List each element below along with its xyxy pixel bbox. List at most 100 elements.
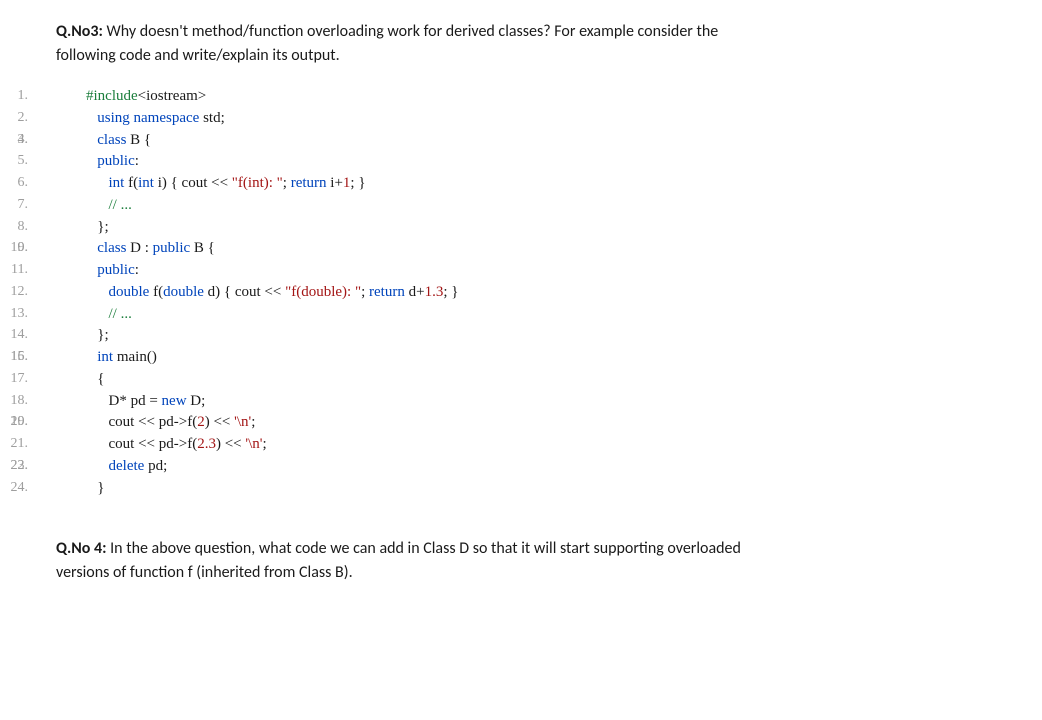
code-token: return (291, 175, 327, 191)
line-number: 13. (0, 304, 28, 324)
code-token: delete (109, 458, 145, 474)
code-token: < (138, 88, 146, 104)
code-token: main() (113, 349, 157, 365)
line-number: 14. (0, 325, 28, 345)
code-token: int (109, 175, 125, 191)
code-token: ; } (443, 284, 458, 300)
code-token: '\n' (245, 436, 262, 452)
code-row: 13. // ... (86, 304, 986, 326)
code-token: int (97, 349, 113, 365)
code-row: 8. }; (86, 217, 986, 239)
q4-label: Q.No 4: (56, 539, 107, 558)
code-token: // ... (109, 197, 132, 213)
code-content: // ... (86, 195, 132, 217)
code-token: int (138, 175, 154, 191)
code-token: 1.3 (425, 284, 444, 300)
code-content: #include<iostream> (86, 86, 206, 108)
line-number: 5. (0, 151, 28, 171)
question-4: Q.No 4: In the above question, what code… (56, 537, 986, 585)
code-token: ; (251, 414, 255, 430)
code-content: class B { (86, 130, 151, 152)
code-row: 4. class B { (86, 130, 986, 152)
line-number: 1. (0, 86, 28, 106)
code-token: { (97, 371, 104, 387)
code-token: d) { cout << (204, 284, 285, 300)
code-row: 21. cout << pd->f(2.3) << '\n'; (86, 434, 986, 456)
code-row: 17. { (86, 369, 986, 391)
code-token: ; (262, 436, 266, 452)
code-content: class D : public B { (86, 238, 215, 260)
code-token: std; (199, 110, 224, 126)
code-content: delete pd; (86, 456, 167, 478)
code-row: 16. int main() (86, 347, 986, 369)
code-content: }; (86, 325, 109, 347)
code-token: D : (126, 240, 152, 256)
code-token: iostream (146, 88, 198, 104)
code-token: double (163, 284, 204, 300)
line-number: 12. (0, 282, 28, 302)
code-token: i) { cout << (154, 175, 232, 191)
code-token: ; (361, 284, 369, 300)
code-row: 7. // ... (86, 195, 986, 217)
code-row: 24. } (86, 478, 986, 500)
line-number: 16. (0, 347, 28, 367)
code-content: double f(double d) { cout << "f(double):… (86, 282, 458, 304)
code-token: using (97, 110, 130, 126)
code-token: ) << (216, 436, 245, 452)
code-row: 2. using namespace std; (86, 108, 986, 130)
code-token: ) << (205, 414, 234, 430)
line-number: 23. (0, 456, 28, 476)
code-content: { (86, 369, 104, 391)
line-number: 11. (0, 260, 28, 280)
code-token: }; (97, 327, 108, 343)
code-row: 18. D* pd = new D; (86, 391, 986, 413)
code-block: 1.#include<iostream>2. using namespace s… (86, 86, 986, 499)
q4-text-2: versions of function f (inherited from C… (56, 561, 986, 585)
code-token: // ... (109, 306, 132, 322)
code-token: ; (283, 175, 291, 191)
question-3: Q.No3: Why doesn't method/function overl… (56, 20, 986, 68)
code-token: }; (97, 219, 108, 235)
code-row: 1.#include<iostream> (86, 86, 986, 108)
code-token: '\n' (234, 414, 251, 430)
code-token: class (97, 132, 126, 148)
code-token: D; (187, 393, 206, 409)
q3-text-1: Why doesn't method/function overloading … (103, 22, 718, 41)
code-row: 5. public: (86, 151, 986, 173)
code-token: 2 (197, 414, 205, 430)
code-token: B { (190, 240, 215, 256)
code-token: > (198, 88, 206, 104)
q4-text-1: In the above question, what code we can … (107, 539, 741, 558)
code-token: public (97, 262, 135, 278)
code-token: public (97, 153, 135, 169)
line-number: 21. (0, 434, 28, 454)
code-row: 20. cout << pd->f(2) << '\n'; (86, 412, 986, 434)
code-row: 23. delete pd; (86, 456, 986, 478)
code-token: i+ (327, 175, 343, 191)
code-content: public: (86, 260, 139, 282)
code-token: cout << pd->f( (109, 436, 198, 452)
code-row: 10. class D : public B { (86, 238, 986, 260)
code-token: #include (86, 88, 138, 104)
q3-text-2: following code and write/explain its out… (56, 44, 986, 68)
code-token: new (162, 393, 187, 409)
line-number: 10. (0, 238, 28, 258)
code-content: cout << pd->f(2.3) << '\n'; (86, 434, 267, 456)
code-token: : (135, 153, 139, 169)
q3-label: Q.No3: (56, 22, 103, 41)
code-token: cout << pd->f( (109, 414, 198, 430)
code-content: cout << pd->f(2) << '\n'; (86, 412, 255, 434)
code-token: "f(double): " (285, 284, 361, 300)
line-number: 17. (0, 369, 28, 389)
code-row: 6. int f(int i) { cout << "f(int): "; re… (86, 173, 986, 195)
code-token: public (153, 240, 191, 256)
code-token: double (109, 284, 150, 300)
code-content: // ... (86, 304, 132, 326)
code-token: : (135, 262, 139, 278)
line-number: 7. (0, 195, 28, 215)
code-row: 14. }; (86, 325, 986, 347)
code-token: 2.3 (197, 436, 216, 452)
line-number: 4. (0, 130, 28, 150)
code-token: d+ (405, 284, 425, 300)
code-token: D* pd = (109, 393, 162, 409)
